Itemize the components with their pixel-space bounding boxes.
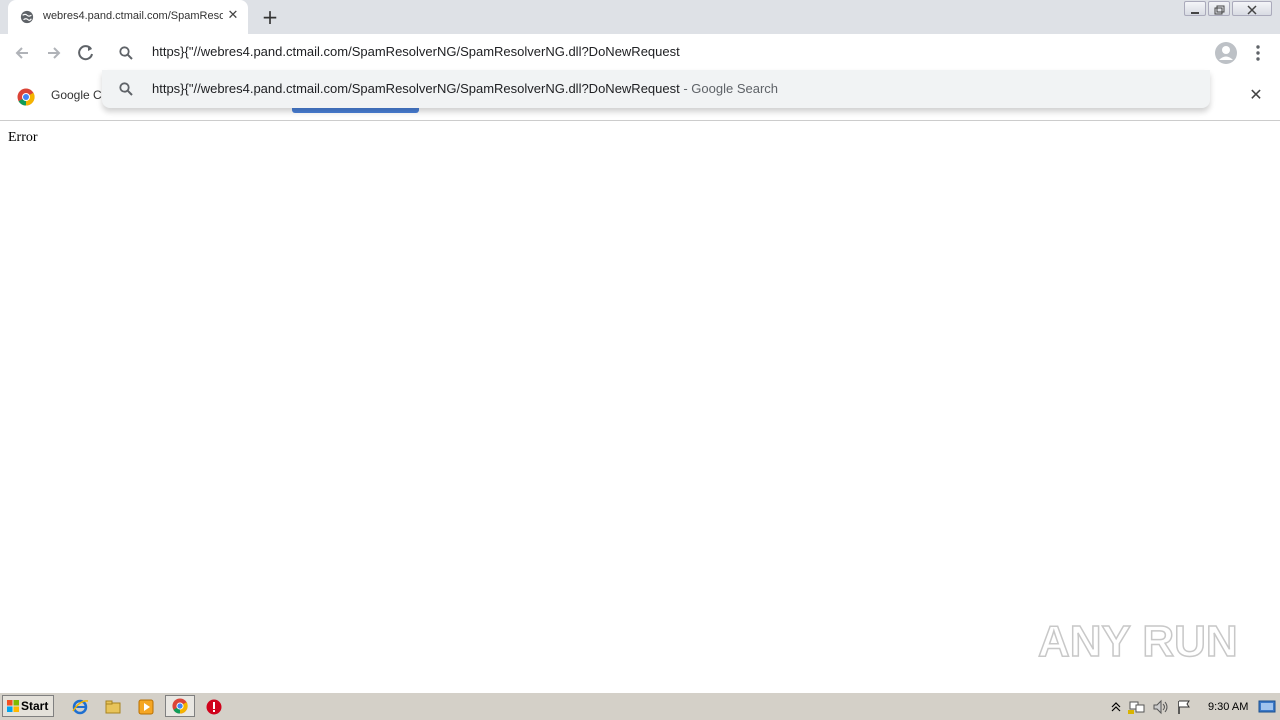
menu-dots-icon[interactable]: [1250, 43, 1266, 63]
restore-icon: [1214, 5, 1225, 15]
chrome-icon: [172, 698, 188, 714]
stop-alert-icon[interactable]: [205, 698, 223, 716]
forward-arrow-icon[interactable]: [43, 42, 65, 64]
restore-button[interactable]: [1208, 1, 1230, 16]
tab-close-icon[interactable]: ✕: [226, 9, 240, 23]
close-icon: [1247, 5, 1257, 15]
infobar-close-icon[interactable]: ✕: [1248, 87, 1264, 103]
show-desktop-icon[interactable]: [1258, 699, 1276, 715]
error-text: Error: [8, 130, 38, 145]
minimize-button[interactable]: [1184, 1, 1206, 16]
omnibox-suggestion[interactable]: https}{"//webres4.pand.ctmail.com/SpamRe…: [102, 70, 1210, 108]
globe-icon: [20, 10, 34, 24]
suggestion-query: https}{"//webres4.pand.ctmail.com/SpamRe…: [152, 81, 680, 96]
action-center-flag-icon[interactable]: [1176, 699, 1192, 715]
windows-flag-icon: [7, 700, 19, 712]
browser-tab[interactable]: webres4.pand.ctmail.com/SpamResolverNG/S…: [8, 0, 248, 34]
taskbar: Start 9:30 AM: [0, 692, 1280, 720]
tab-title: webres4.pand.ctmail.com/SpamResolverNG/S…: [43, 10, 223, 22]
network-icon[interactable]: [1128, 699, 1146, 715]
address-bar[interactable]: https}{"//webres4.pand.ctmail.com/SpamRe…: [102, 36, 1210, 70]
suggestion-text: https}{"//webres4.pand.ctmail.com/SpamRe…: [152, 81, 778, 96]
search-icon: [119, 46, 133, 60]
media-player-icon[interactable]: [137, 698, 155, 716]
internet-explorer-icon[interactable]: [71, 698, 89, 716]
start-label: Start: [21, 699, 49, 713]
search-icon: [119, 82, 133, 96]
clock[interactable]: 9:30 AM: [1208, 701, 1248, 713]
tray-expand-icon[interactable]: [1110, 700, 1122, 714]
close-window-button[interactable]: [1232, 1, 1272, 16]
infobar-label: Google Cl: [51, 88, 105, 102]
address-input[interactable]: https}{"//webres4.pand.ctmail.com/SpamRe…: [152, 44, 680, 59]
start-button[interactable]: Start: [2, 695, 54, 717]
system-tray: [1106, 695, 1280, 719]
back-arrow-icon[interactable]: [11, 42, 33, 64]
anyrun-watermark: ANY RUN: [1037, 616, 1236, 667]
minimize-icon: [1191, 12, 1199, 14]
chrome-logo-icon: [17, 88, 35, 106]
new-tab-icon[interactable]: +: [258, 6, 282, 28]
volume-icon[interactable]: [1152, 699, 1170, 715]
chrome-taskbar-button[interactable]: [165, 695, 195, 717]
watermark-text: ANY RUN: [1038, 617, 1236, 666]
reload-icon[interactable]: [75, 42, 97, 64]
profile-avatar-icon[interactable]: [1214, 41, 1238, 65]
suggestion-suffix: - Google Search: [679, 81, 779, 96]
file-explorer-icon[interactable]: [104, 698, 122, 716]
